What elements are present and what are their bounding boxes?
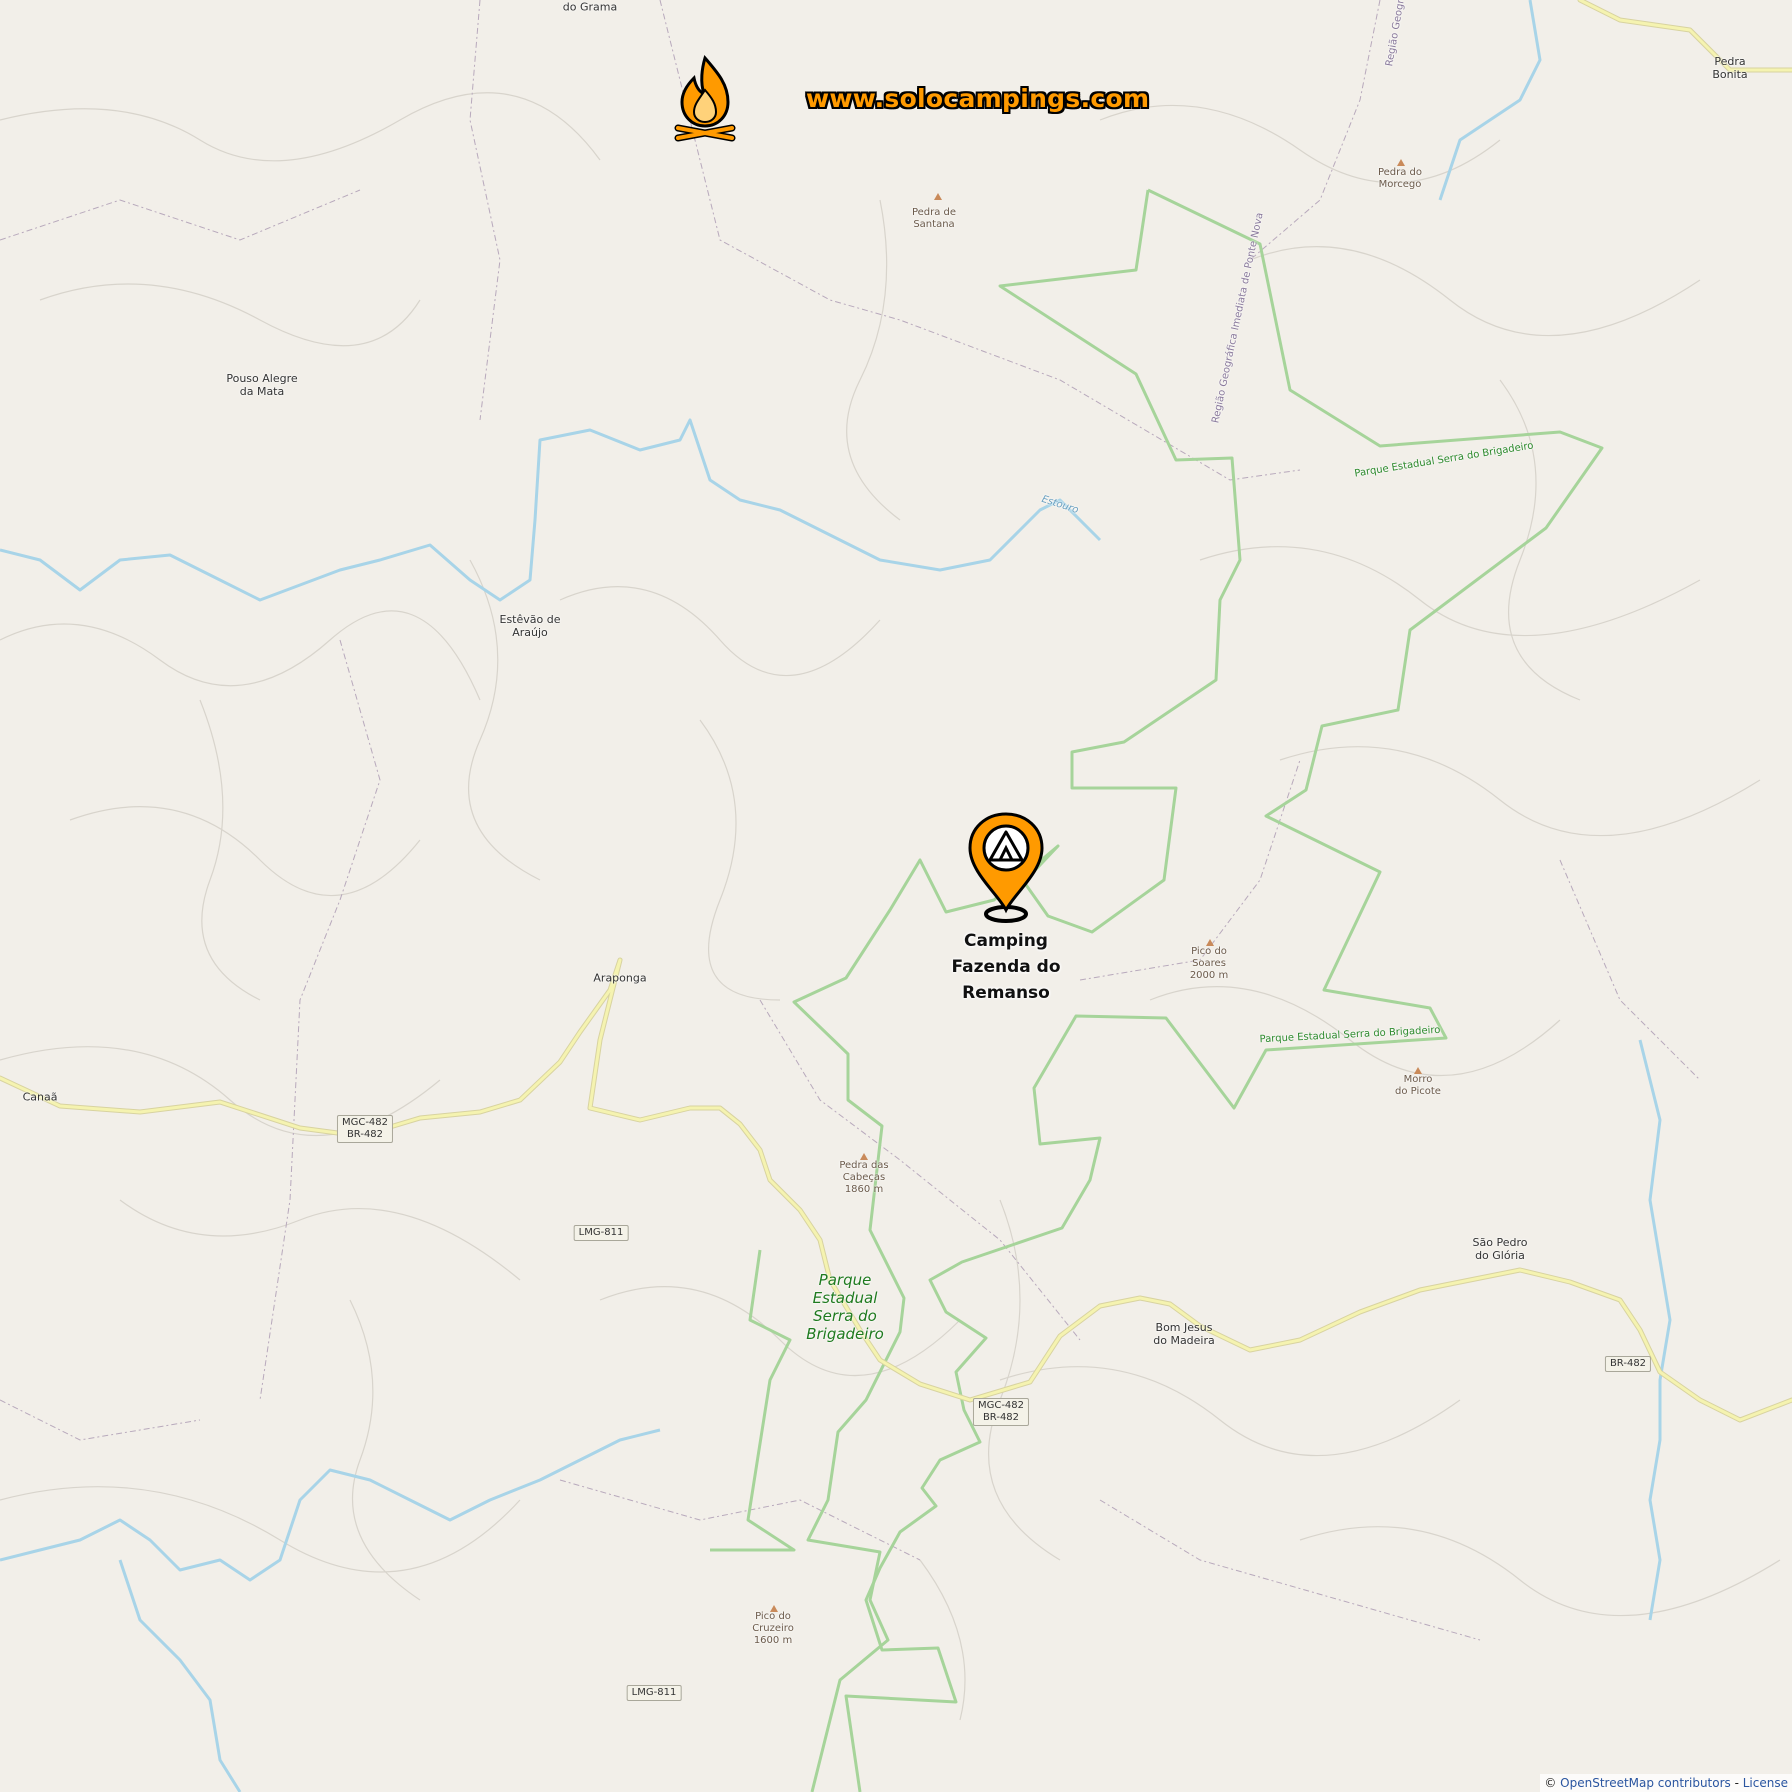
admin-boundaries	[0, 0, 1701, 1641]
peak-label-pico-do-soares: Pico do Soares 2000 m	[1189, 946, 1229, 981]
marker-label-line: Camping	[964, 931, 1048, 951]
peak-symbol	[1397, 159, 1405, 166]
license-link[interactable]: License	[1743, 1776, 1788, 1790]
place-label-bom-jesus: Bom Jesus do Madeira	[1153, 1321, 1215, 1347]
place-label-canaa: Canaã	[22, 1090, 58, 1104]
brand-url[interactable]: www.solocampings.com	[806, 84, 1149, 113]
map-canvas[interactable]: do Grama Pedra Bonita Pouso Alegre da Ma…	[0, 0, 1792, 1792]
road-shield-mgc482-west: MGC-482 BR-482	[336, 1115, 394, 1143]
road-shield-lmg811-north: LMG-811	[573, 1225, 629, 1241]
peak-label-morro-do-picote: Morro do Picote	[1395, 1074, 1441, 1097]
peak-label-pedra-de-santana: Pedra de Santana	[911, 207, 957, 230]
peak-label-pedra-do-morcego: Pedra do Morcego	[1377, 167, 1423, 190]
tent-location-pin-icon[interactable]	[966, 810, 1046, 926]
road-shield-lmg811-south: LMG-811	[626, 1685, 682, 1701]
map-base-layer	[0, 0, 1792, 1792]
place-label-araponga: Araponga	[593, 971, 647, 985]
map-attribution: © OpenStreetMap contributors - License	[1540, 1774, 1792, 1792]
place-label-pedra-bonita: Pedra Bonita	[1712, 55, 1748, 81]
peak-label-pedra-das-cabecas: Pedra das Cabeças 1860 m	[839, 1160, 889, 1195]
peak-symbol	[860, 1153, 868, 1160]
park-label-main: Parque Estadual Serra do Brigadeiro	[806, 1271, 884, 1343]
peak-symbol	[1414, 1067, 1422, 1074]
minor-roads	[0, 92, 1781, 1721]
place-label-sao-pedro: São Pedro do Glória	[1472, 1236, 1528, 1262]
camping-marker-label[interactable]: Camping Fazenda do Remanso	[951, 928, 1060, 1006]
osm-contributors-link[interactable]: OpenStreetMap contributors	[1560, 1776, 1731, 1790]
place-label-pouso-alegre: Pouso Alegre da Mata	[226, 372, 298, 398]
primary-road	[0, 0, 1792, 1423]
attribution-prefix: ©	[1544, 1776, 1561, 1790]
peak-label-pico-do-cruzeiro: Pico do Cruzeiro 1600 m	[752, 1611, 794, 1646]
marker-label-line: Fazenda do	[951, 957, 1061, 977]
road-shield-br482-east: BR-482	[1604, 1356, 1652, 1372]
place-label-do-grama: do Grama	[562, 0, 618, 14]
road-shield-mgc482-center: MGC-482 BR-482	[972, 1398, 1030, 1426]
marker-label-line: Remanso	[962, 983, 1050, 1003]
park-boundary	[710, 188, 1604, 1792]
place-label-estevao-de-araujo: Estêvão de Araújo	[499, 613, 561, 639]
peak-symbol	[934, 193, 942, 200]
attribution-separator: -	[1730, 1776, 1743, 1790]
campfire-icon	[674, 54, 736, 142]
